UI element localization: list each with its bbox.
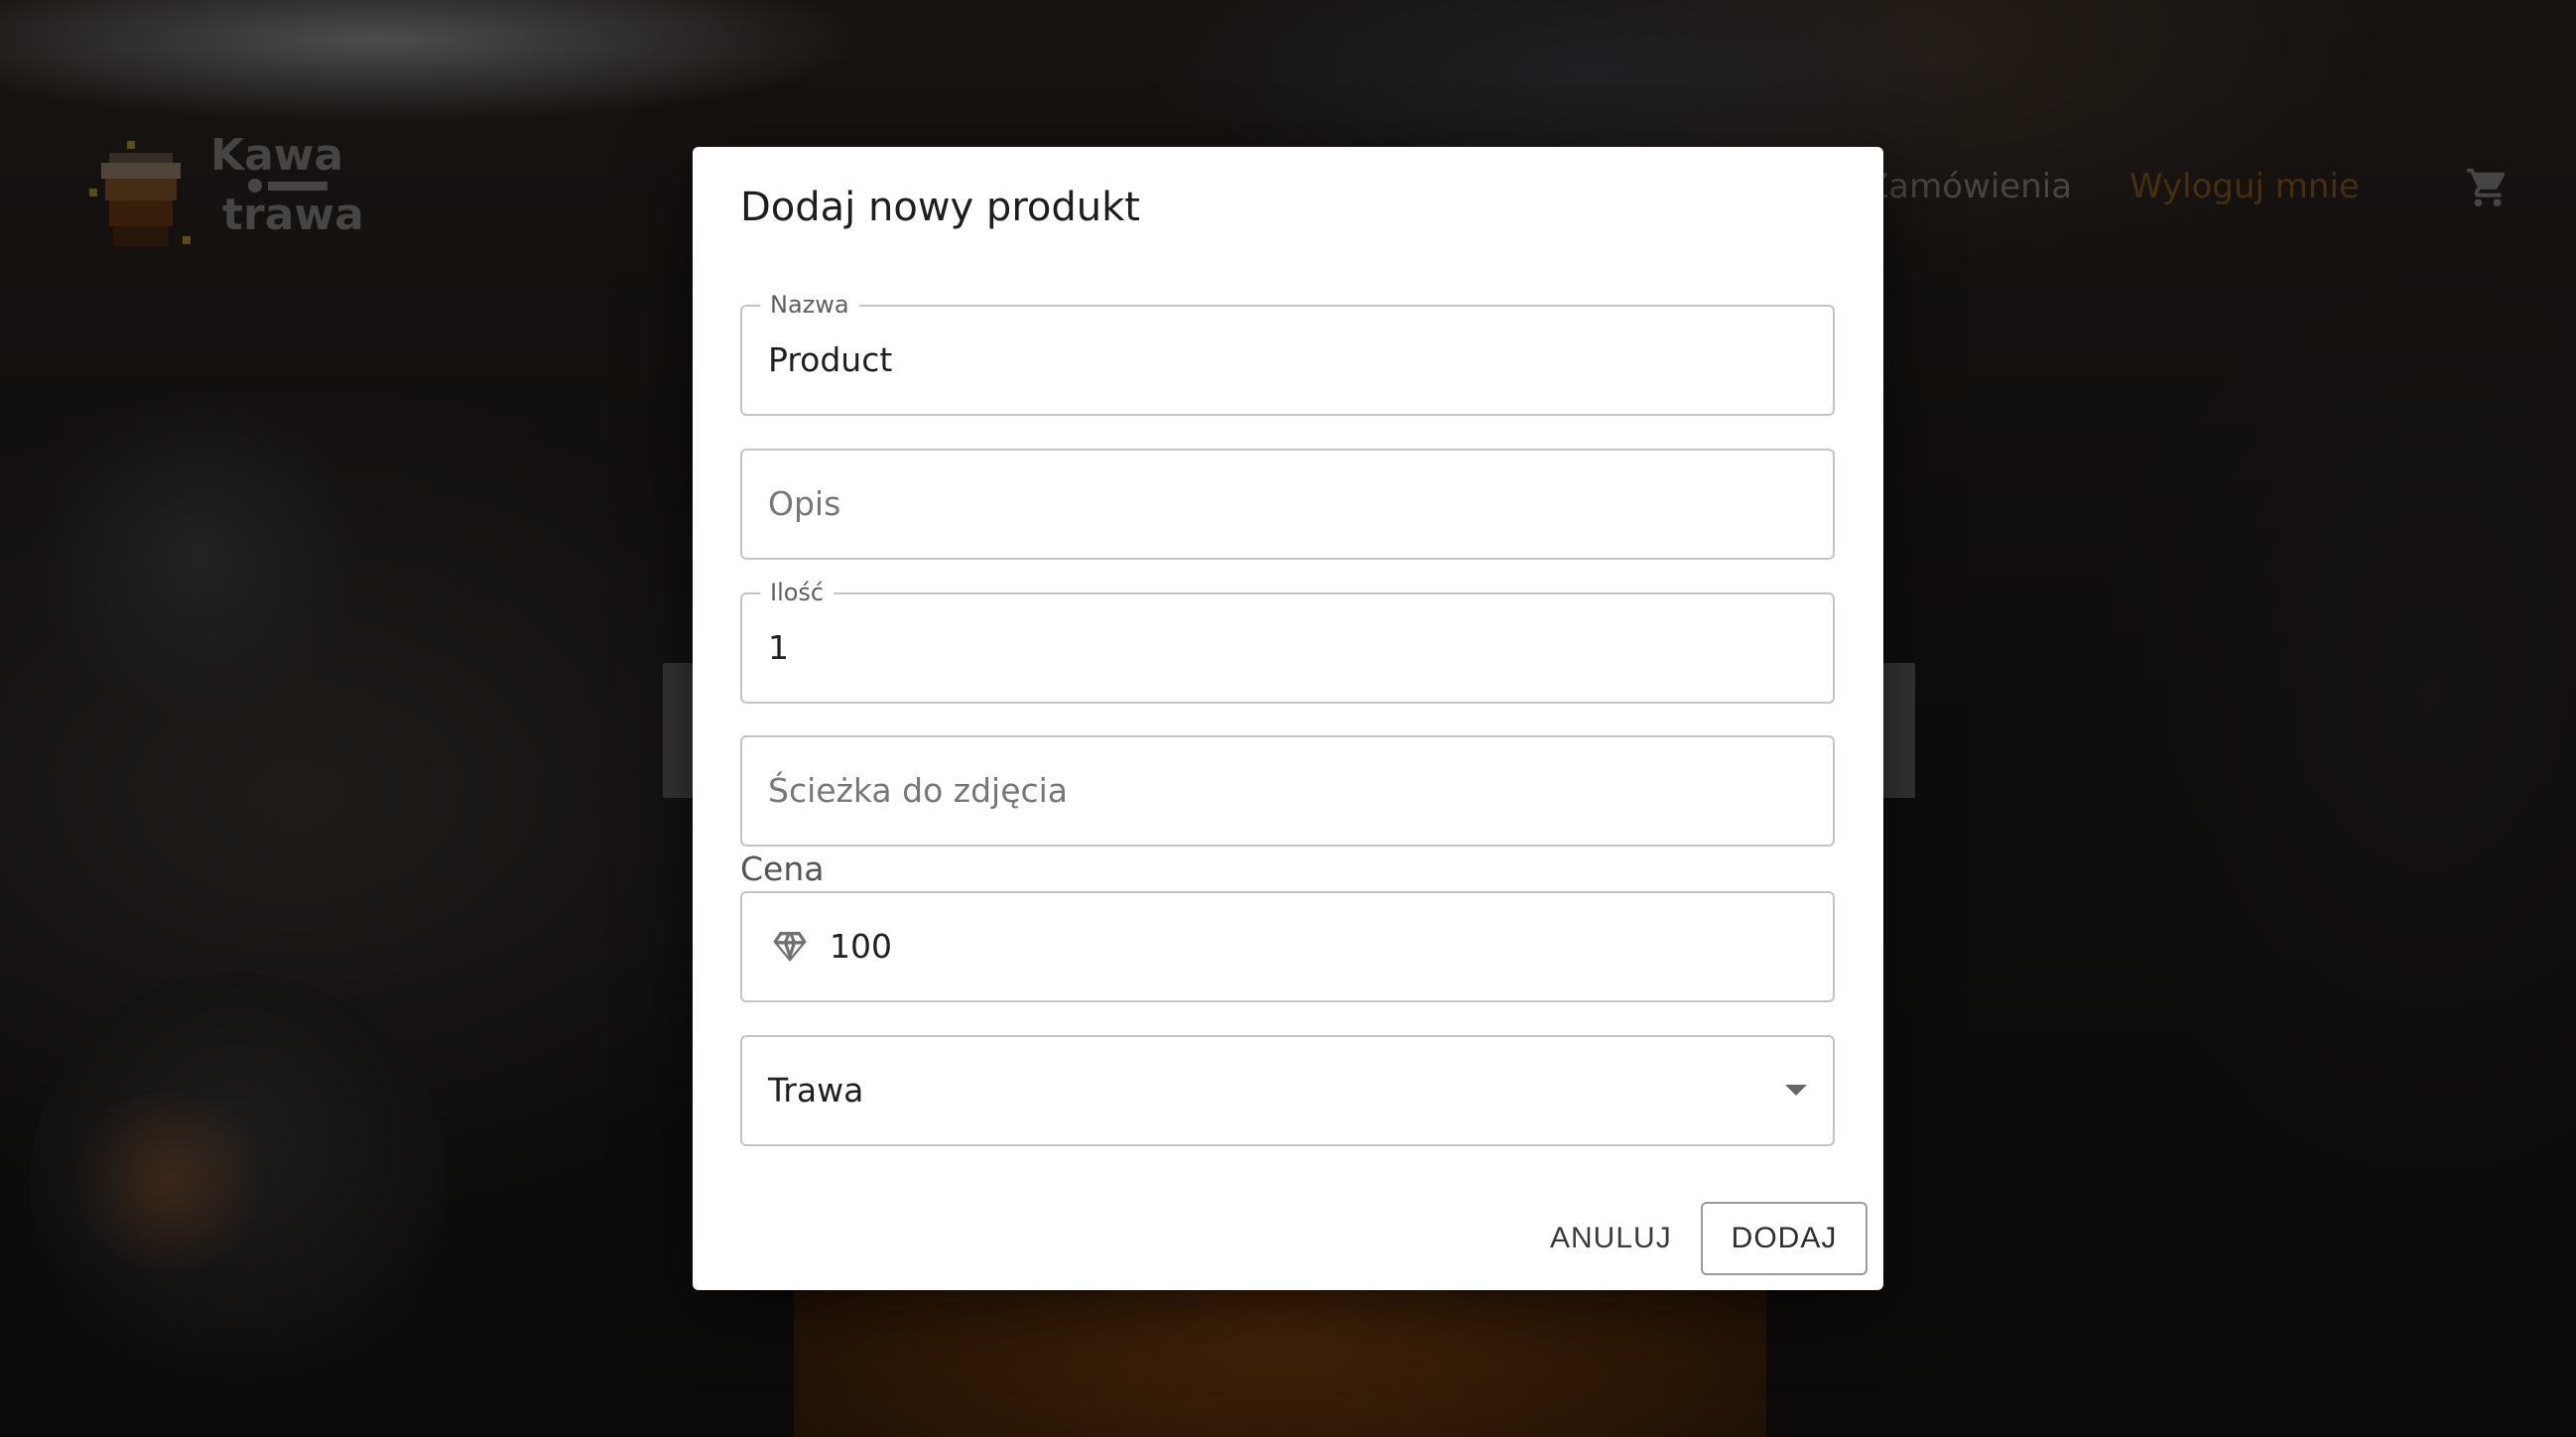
cancel-button[interactable]: ANULUJ <box>1532 1203 1690 1274</box>
name-field-value: Product <box>768 340 893 379</box>
category-select[interactable]: Trawa <box>740 1035 1835 1146</box>
image-path-field-placeholder: Ścieżka do zdjęcia <box>768 771 1069 810</box>
chevron-down-icon <box>1785 1085 1807 1096</box>
category-select-value: Trawa <box>768 1071 864 1110</box>
diamond-icon <box>773 932 807 962</box>
price-field-value: 100 <box>830 927 892 966</box>
dialog-title: Dodaj nowy produkt <box>740 185 1140 230</box>
price-field[interactable]: 100 <box>740 891 1835 1002</box>
quantity-field-value: 1 <box>768 628 789 667</box>
description-field[interactable]: Opis <box>740 449 1835 560</box>
price-label: Cena <box>740 849 825 888</box>
image-path-field[interactable]: Ścieżka do zdjęcia <box>740 735 1835 847</box>
quantity-field[interactable]: Ilość 1 <box>740 579 1835 704</box>
description-field-placeholder: Opis <box>768 484 841 523</box>
add-product-dialog: Dodaj nowy produkt Nazwa Product Opis Il… <box>693 147 1883 1290</box>
add-button[interactable]: DODAJ <box>1701 1202 1868 1275</box>
name-field[interactable]: Nazwa Product <box>740 291 1835 416</box>
